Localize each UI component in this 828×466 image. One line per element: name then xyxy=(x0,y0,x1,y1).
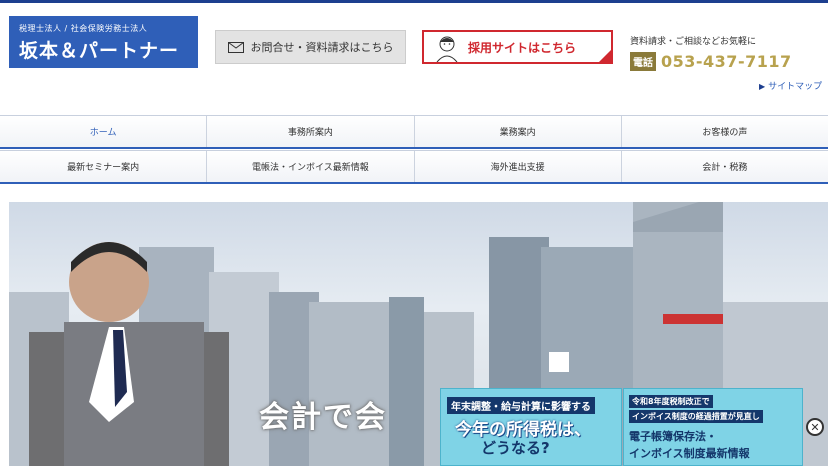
top-accent-bar xyxy=(0,0,828,3)
hero-headline: 会計で会 xyxy=(259,400,387,435)
recruit-button-label: 採用サイトはこちら xyxy=(468,40,577,55)
tel-block[interactable]: 電話 053-437-7117 xyxy=(630,52,792,71)
site-logo[interactable]: 税理士法人 / 社会保険労務士法人 坂本＆パートナー xyxy=(9,16,198,68)
main-nav-row1: ホーム 事務所案内 業務案内 お客様の声 xyxy=(0,115,828,149)
nav-item-accounting[interactable]: 会計・税務 xyxy=(622,151,828,182)
triangle-right-icon: ▶ xyxy=(759,82,766,91)
sitemap-label: サイトマップ xyxy=(768,82,823,92)
banner1-line3: どうなる? xyxy=(481,439,550,457)
tel-number[interactable]: 053-437-7117 xyxy=(661,52,792,71)
recruit-site-button[interactable]: 採用サイトはこちら xyxy=(422,30,613,64)
nav-item-invoice[interactable]: 電帳法・インボイス最新情報 xyxy=(207,151,415,182)
mail-icon xyxy=(227,41,244,53)
logo-subtitle: 税理士法人 / 社会保険労務士法人 xyxy=(19,24,148,33)
banner2-line3: 電子帳簿保存法・ xyxy=(629,430,717,443)
sitemap-link[interactable]: ▶ サイトマップ xyxy=(759,79,822,92)
nav-item-overseas[interactable]: 海外進出支援 xyxy=(415,151,622,182)
inquiry-text: 資料請求・ご相談などお気軽に xyxy=(630,37,757,47)
invoice-info-banner[interactable]: 令和8年度税制改正で インボイス制度の経過措置が見直し 電子帳簿保存法・ インボ… xyxy=(623,388,803,466)
person-illustration-icon xyxy=(436,36,458,62)
contact-button[interactable]: お問合せ・資料請求はこちら xyxy=(215,30,406,64)
banner2-line2: インボイス制度の経過措置が見直し xyxy=(629,410,763,423)
banner2-line1: 令和8年度税制改正で xyxy=(629,395,713,408)
main-nav-row2: 最新セミナー案内 電帳法・インボイス最新情報 海外進出支援 会計・税務 xyxy=(0,150,828,184)
logo-title: 坂本＆パートナー xyxy=(19,40,180,62)
nav-item-testimonials[interactable]: お客様の声 xyxy=(622,116,828,147)
corner-accent xyxy=(599,50,611,62)
banner2-line4: インボイス制度最新情報 xyxy=(629,447,750,460)
close-icon[interactable]: ✕ xyxy=(806,418,824,436)
nav-item-home[interactable]: ホーム xyxy=(0,116,208,147)
income-tax-banner[interactable]: 年末調整・給与計算に影響する 今年の所得税は、 どうなる? xyxy=(440,388,622,466)
tel-tag: 電話 xyxy=(630,52,656,71)
nav-item-seminar[interactable]: 最新セミナー案内 xyxy=(0,151,208,182)
nav-item-office[interactable]: 事務所案内 xyxy=(207,116,415,147)
contact-button-label: お問合せ・資料請求はこちら xyxy=(250,41,394,54)
nav-item-services[interactable]: 業務案内 xyxy=(415,116,622,147)
banner1-line1: 年末調整・給与計算に影響する xyxy=(447,397,595,414)
